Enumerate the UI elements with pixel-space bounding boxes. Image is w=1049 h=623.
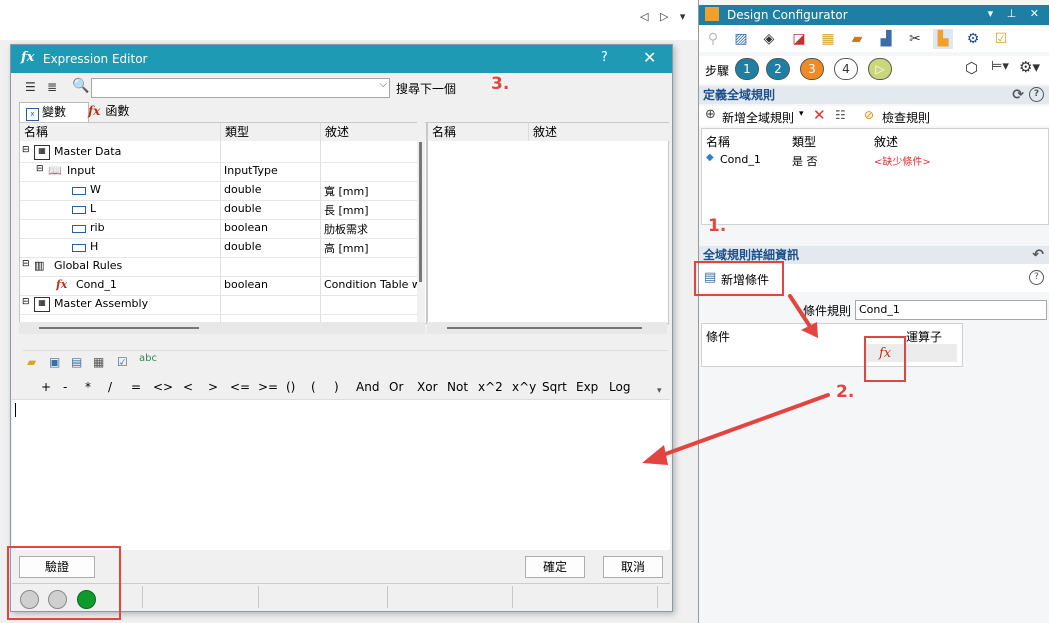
arrow-head-2 bbox=[642, 445, 668, 465]
arrow-to-expression-area bbox=[658, 393, 830, 458]
annotation-arrows bbox=[642, 294, 830, 465]
arrow-to-condition-grid bbox=[788, 294, 813, 330]
